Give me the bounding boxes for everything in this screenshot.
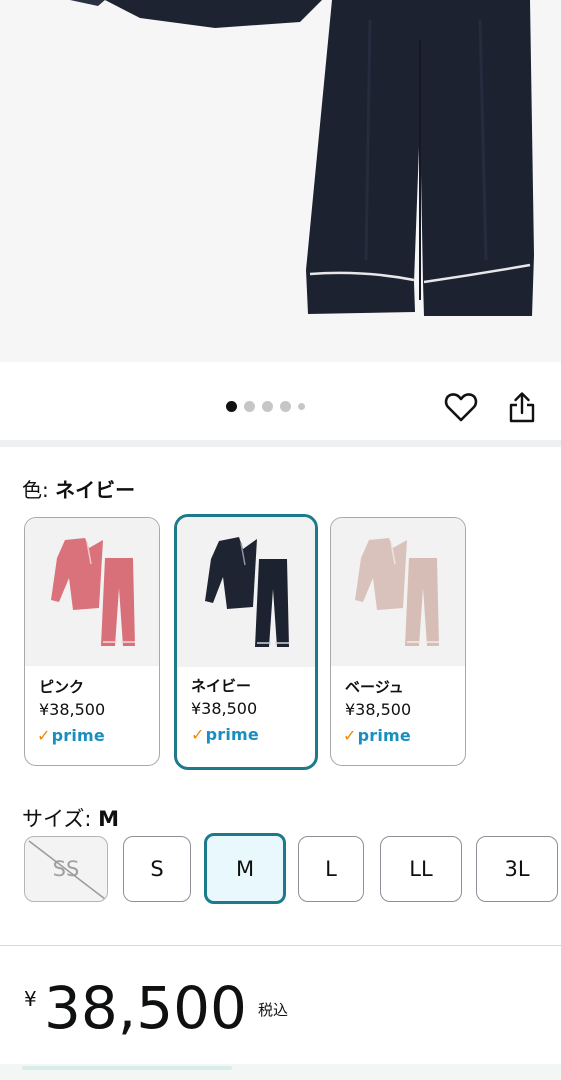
size-option-label: LL — [409, 857, 433, 881]
pink-pajama-thumbnail — [25, 518, 159, 666]
color-name: ネイビー — [191, 677, 252, 695]
bottom-edge — [0, 1064, 561, 1080]
size-option-m[interactable]: M — [204, 833, 286, 904]
size-option-label: M — [235, 856, 255, 881]
currency-symbol: ¥ — [24, 987, 37, 1011]
prime-check-icon: ✓ — [191, 725, 205, 744]
size-option-s[interactable]: S — [123, 836, 191, 902]
product-image[interactable] — [0, 0, 561, 362]
size-heading: サイズ: M — [22, 803, 119, 833]
section-divider — [0, 440, 561, 447]
color-price: ¥38,500 — [191, 699, 258, 718]
carousel-dot[interactable] — [298, 403, 305, 410]
share-button[interactable] — [502, 387, 542, 427]
color-price: ¥38,500 — [345, 700, 412, 719]
tax-note: 税込 — [258, 1001, 289, 1019]
unavailable-strike-icon — [28, 840, 106, 900]
heart-icon — [444, 393, 478, 422]
navy-pajama-thumbnail — [177, 517, 315, 667]
size-option-label: S — [150, 857, 164, 881]
color-price: ¥38,500 — [39, 700, 106, 719]
section-divider — [0, 945, 561, 946]
price-amount: 38,500 — [44, 974, 247, 1042]
carousel-dot[interactable] — [262, 401, 273, 412]
color-label: 色: — [22, 478, 49, 502]
carousel-dot[interactable] — [244, 401, 255, 412]
color-name: ピンク — [39, 678, 85, 696]
selected-color: ネイビー — [55, 478, 136, 502]
size-option-ss[interactable]: SS — [24, 836, 108, 902]
size-option-3l[interactable]: 3L — [476, 836, 558, 902]
prime-badge: ✓prime — [343, 726, 411, 745]
size-option-label: L — [325, 857, 337, 881]
share-icon — [509, 392, 535, 423]
navy-pajama-photo — [70, 0, 534, 316]
size-label: サイズ: — [22, 807, 92, 831]
selected-size: M — [98, 807, 120, 831]
size-option-ll[interactable]: LL — [380, 836, 462, 902]
beige-pajama-thumbnail — [331, 518, 465, 666]
wishlist-button[interactable] — [441, 387, 481, 427]
prime-badge: ✓prime — [37, 726, 105, 745]
prime-check-icon: ✓ — [343, 726, 357, 745]
carousel-dots[interactable] — [226, 401, 312, 412]
prime-check-icon: ✓ — [37, 726, 51, 745]
carousel-dot[interactable] — [226, 401, 237, 412]
size-option-label: 3L — [504, 857, 530, 881]
color-option-navy[interactable]: ネイビー ¥38,500 ✓prime — [174, 514, 318, 770]
color-option-beige[interactable]: ベージュ ¥38,500 ✓prime — [330, 517, 466, 766]
color-name: ベージュ — [345, 678, 404, 696]
prime-badge: ✓prime — [191, 725, 259, 744]
carousel-dot[interactable] — [280, 401, 291, 412]
size-option-l[interactable]: L — [298, 836, 364, 902]
color-heading: 色: ネイビー — [22, 474, 135, 503]
color-option-pink[interactable]: ピンク ¥38,500 ✓prime — [24, 517, 160, 766]
